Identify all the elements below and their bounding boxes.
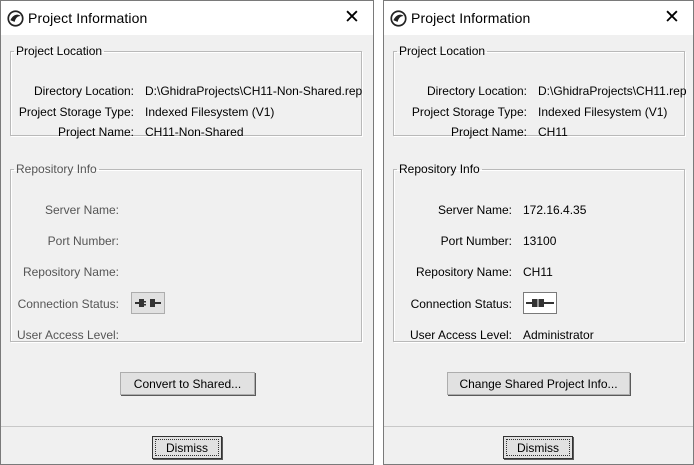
- project-location-group: Project Location Directory Location: D:\…: [10, 44, 363, 139]
- project-location-legend: Project Location: [399, 44, 486, 58]
- port-number-label: Port Number:: [440, 234, 512, 248]
- close-icon[interactable]: ✕: [341, 6, 363, 28]
- directory-location-value: D:\GhidraProjects\CH11-Non-Shared.rep: [145, 84, 363, 98]
- server-name-value: 172.16.4.35: [523, 203, 587, 217]
- project-name-label: Project Name:: [57, 125, 134, 139]
- connection-status-label: Connection Status:: [17, 297, 119, 311]
- directory-location-label: Directory Location:: [33, 84, 134, 98]
- user-access-level-value: Administrator: [523, 328, 594, 342]
- project-name-value: CH11: [538, 125, 568, 139]
- server-name-label: Server Name:: [437, 203, 512, 217]
- project-info-dialog-shared: Project Information ✕ Project Location D…: [383, 0, 694, 465]
- connection-status-button[interactable]: [131, 292, 165, 314]
- project-name-value: CH11-Non-Shared: [145, 125, 244, 139]
- project-info-dialog-non-shared: Project Information ✕ Project Location D…: [0, 0, 374, 465]
- disconnected-plug-icon: [135, 299, 161, 307]
- project-location-group: Project Location Directory Location: D:\…: [393, 44, 687, 139]
- storage-type-value: Indexed Filesystem (V1): [538, 105, 668, 119]
- convert-to-shared-button[interactable]: Convert to Shared...: [120, 372, 255, 395]
- port-number-value: 13100: [523, 234, 557, 248]
- ghidra-app-icon: [390, 9, 407, 27]
- storage-type-label: Project Storage Type:: [411, 105, 527, 119]
- user-access-level-label: User Access Level:: [409, 328, 512, 342]
- project-name-label: Project Name:: [450, 125, 527, 139]
- repository-info-legend: Repository Info: [16, 162, 97, 176]
- button-bar-divider: [384, 426, 693, 427]
- button-bar-divider: [1, 426, 373, 427]
- window-title: Project Information: [411, 10, 531, 26]
- directory-location-value: D:\GhidraProjects\CH11.rep: [538, 84, 687, 98]
- connection-status-button[interactable]: [523, 292, 557, 314]
- connected-plug-icon: [526, 298, 554, 308]
- server-name-label: Server Name:: [44, 203, 119, 217]
- user-access-level-label: User Access Level:: [16, 328, 119, 342]
- window-title: Project Information: [28, 10, 148, 26]
- title-bar[interactable]: Project Information ✕: [1, 1, 373, 35]
- connection-status-label: Connection Status:: [410, 297, 512, 311]
- repository-name-label: Repository Name:: [415, 265, 512, 279]
- close-icon[interactable]: ✕: [661, 6, 683, 28]
- ghidra-app-icon: [7, 9, 24, 27]
- repository-info-group: Repository Info Server Name: Port Number…: [10, 162, 362, 342]
- dismiss-button[interactable]: Dismiss: [503, 436, 573, 459]
- change-shared-project-info-button[interactable]: Change Shared Project Info...: [447, 372, 630, 395]
- dismiss-button[interactable]: Dismiss: [152, 436, 222, 459]
- directory-location-label: Directory Location:: [426, 84, 527, 98]
- repository-info-group: Repository Info Server Name: 172.16.4.35…: [393, 162, 685, 342]
- repository-name-value: CH11: [523, 265, 553, 279]
- storage-type-value: Indexed Filesystem (V1): [145, 105, 275, 119]
- repository-name-label: Repository Name:: [22, 265, 119, 279]
- port-number-label: Port Number:: [47, 234, 119, 248]
- storage-type-label: Project Storage Type:: [18, 105, 134, 119]
- project-location-legend: Project Location: [16, 44, 103, 58]
- repository-info-legend: Repository Info: [399, 162, 480, 176]
- title-bar[interactable]: Project Information ✕: [384, 1, 693, 35]
